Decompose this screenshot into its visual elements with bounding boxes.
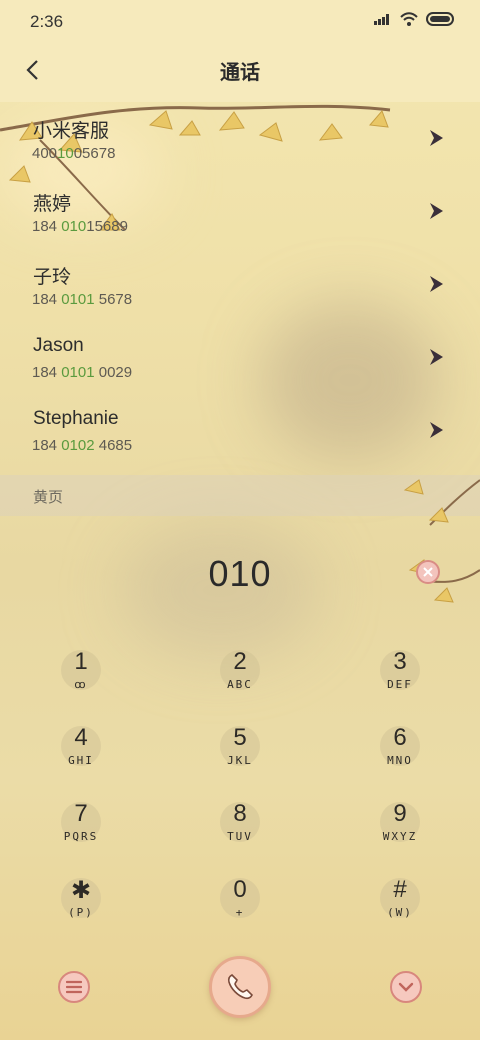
collapse-keypad-button[interactable] — [390, 971, 422, 1003]
dial-key-star[interactable]: ✱ (P) — [41, 876, 121, 936]
ginkgo-branch-icon — [403, 479, 480, 603]
status-time: 2:36 — [30, 12, 64, 31]
arrow-right-icon[interactable] — [428, 201, 444, 221]
dial-key-4[interactable]: 4 GHI — [41, 724, 121, 784]
battery-icon — [426, 12, 454, 26]
contact-number: 184 01015689 — [32, 218, 128, 235]
contact-list: 小米客服 4001005678 燕婷 184 01015689 子玲 184 0… — [0, 102, 480, 467]
dial-key-5[interactable]: 5 JKL — [200, 724, 280, 784]
contact-row[interactable]: Stephanie 184 0102 4685 — [0, 394, 480, 467]
contact-name: Stephanie — [33, 408, 119, 429]
dial-key-0[interactable]: 0 + — [200, 876, 280, 936]
contact-number: 184 0101 5678 — [32, 291, 133, 308]
arrow-right-icon[interactable] — [428, 274, 444, 294]
arrow-right-icon[interactable] — [428, 347, 444, 367]
dial-key-2[interactable]: 2 ABC — [200, 648, 280, 708]
dial-key-7[interactable]: 7 PQRS — [41, 800, 121, 860]
contact-row[interactable]: 燕婷 184 01015689 — [0, 175, 480, 248]
contact-name: Jason — [33, 335, 84, 356]
status-icons — [374, 12, 456, 26]
arrow-right-icon[interactable] — [428, 420, 444, 440]
menu-button[interactable] — [58, 971, 90, 1003]
dial-key-9[interactable]: 9 WXYZ — [360, 800, 440, 860]
dial-key-hash[interactable]: # (W) — [360, 876, 440, 936]
phone-icon — [227, 974, 253, 1000]
menu-icon — [66, 980, 82, 994]
chevron-down-icon — [398, 982, 414, 992]
header: 通话 — [0, 40, 480, 102]
contact-number: 4001005678 — [32, 145, 116, 162]
yellow-pages-label: 黄页 — [33, 489, 64, 506]
dial-key-6[interactable]: 6 MNO — [360, 724, 440, 784]
dial-number-display: 010 — [208, 553, 272, 594]
dial-key-3[interactable]: 3 DEF — [360, 648, 440, 708]
signal-icon — [374, 14, 389, 25]
arrow-right-icon[interactable] — [428, 128, 444, 148]
close-icon — [423, 567, 433, 577]
wifi-icon — [400, 12, 418, 26]
contact-number: 184 0102 4685 — [32, 437, 133, 454]
backspace-button[interactable] — [416, 560, 440, 584]
call-button[interactable] — [209, 956, 271, 1018]
contact-row[interactable]: Jason 184 0101 0029 — [0, 321, 480, 394]
contact-name: 子玲 — [33, 267, 72, 288]
contact-row[interactable]: 子玲 184 0101 5678 — [0, 248, 480, 321]
contact-name: 小米客服 — [33, 121, 110, 142]
contact-number: 184 0101 0029 — [32, 364, 133, 381]
contact-name: 燕婷 — [33, 194, 72, 215]
page-title: 通话 — [220, 62, 260, 84]
dial-key-1[interactable]: 1ꝏ — [41, 648, 121, 708]
dial-key-8[interactable]: 8 TUV — [200, 800, 280, 860]
contact-row[interactable]: 小米客服 4001005678 — [0, 102, 480, 175]
status-bar: 2:36 — [0, 0, 480, 40]
